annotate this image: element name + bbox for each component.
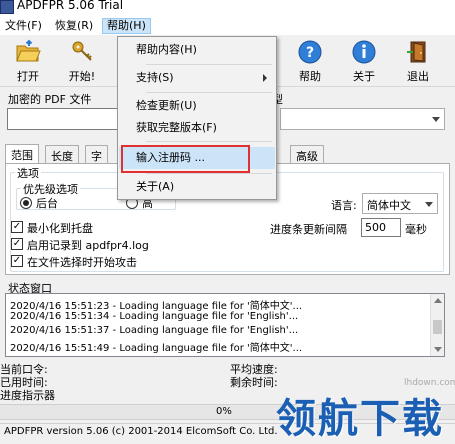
- priority-low-label: 后台: [36, 197, 58, 210]
- status-log-scrollbar[interactable]: [430, 294, 444, 356]
- log-enabled-checkbox[interactable]: ✓: [11, 238, 23, 250]
- help-dropdown-menu: 帮助内容(H) 支持(S) 检查更新(U) 获取完整版本(F) 输入注册码 ..…: [117, 36, 277, 200]
- log-enabled-label: 启用记录到 apdfpr4.log: [27, 239, 149, 252]
- menu-bar: 文件(F) 恢复(R) 帮助(H): [0, 17, 455, 35]
- tab-range[interactable]: 范围: [5, 144, 39, 164]
- menu-item-support-label: 支持(S): [136, 71, 174, 84]
- chevron-down-icon: [432, 117, 440, 122]
- menu-help[interactable]: 帮助(H): [102, 18, 151, 34]
- log-line: 2020/4/16 15:51:37 - Loading language fi…: [10, 325, 299, 336]
- start-key-icon: [72, 41, 92, 61]
- menu-separator: [146, 64, 272, 65]
- encrypted-file-label: 加密的 PDF 文件: [8, 93, 92, 106]
- status-bar-text: APDFPR version 5.06 (c) 2001-2014 ElcomS…: [4, 426, 278, 437]
- language-select[interactable]: 简体中文: [362, 193, 438, 214]
- menu-item-check-updates[interactable]: 检查更新(U): [119, 95, 275, 117]
- exit-door-icon: [407, 41, 426, 63]
- menu-item-support[interactable]: 支持(S): [119, 67, 275, 89]
- exit-label: 退出: [407, 70, 429, 83]
- about-button[interactable]: 关于: [340, 37, 388, 85]
- menu-item-about[interactable]: 关于(A): [119, 176, 275, 198]
- progress-interval-input[interactable]: 500: [361, 218, 401, 237]
- title-bar: APDFPR 5.06 Trial: [0, 0, 455, 17]
- minimize-tray-label: 最小化到托盘: [27, 222, 93, 235]
- scroll-down-icon[interactable]: [434, 347, 442, 352]
- chevron-right-icon: [263, 74, 267, 82]
- options-group-title: 选项: [15, 165, 41, 181]
- menu-item-help-contents[interactable]: 帮助内容(H): [119, 39, 275, 61]
- app-icon: [0, 0, 14, 14]
- attack-type-select[interactable]: [280, 108, 445, 130]
- about-label: 关于: [353, 70, 375, 83]
- open-label: 打开: [17, 70, 39, 83]
- folder-open-icon: [16, 39, 41, 62]
- status-log: 2020/4/16 15:51:23 - Loading language fi…: [5, 293, 445, 357]
- start-on-select-checkbox[interactable]: ✓: [11, 255, 23, 267]
- log-line: 2020/4/16 15:51:23 - Loading language fi…: [10, 301, 303, 312]
- svg-text:?: ?: [306, 45, 314, 61]
- minimize-tray-checkbox[interactable]: ✓: [11, 221, 23, 233]
- log-line: 2020/4/16 15:51:49 - Loading language fi…: [10, 343, 303, 354]
- progress-indicator-label: 进度指示器: [0, 389, 55, 402]
- scroll-up-icon[interactable]: [434, 298, 442, 303]
- chevron-down-icon: [425, 201, 433, 207]
- menu-item-get-full-version[interactable]: 获取完整版本(F): [119, 117, 275, 139]
- encrypted-file-input[interactable]: [7, 108, 119, 130]
- start-on-select-label: 在文件选择时开始攻击: [27, 256, 137, 269]
- help-label: 帮助: [299, 70, 321, 83]
- menu-separator: [146, 173, 272, 174]
- log-line: 2020/4/16 15:51:34 - Loading language fi…: [10, 311, 299, 322]
- menu-separator: [146, 92, 272, 93]
- open-button[interactable]: 打开: [4, 37, 52, 85]
- watermark-logo: 领航下载: [276, 396, 444, 442]
- ms-label: 毫秒: [405, 223, 427, 236]
- language-label: 语言:: [331, 199, 357, 212]
- language-value: 简体中文: [367, 199, 411, 212]
- scroll-thumb[interactable]: [433, 320, 442, 334]
- menu-separator: [146, 141, 272, 142]
- remaining-time-label: 剩余时间:: [230, 376, 278, 389]
- progress-interval-value: 500: [365, 221, 386, 234]
- progress-text: 0%: [216, 406, 232, 417]
- progress-interval-label: 进度条更新间隔: [270, 223, 347, 236]
- exit-button[interactable]: 退出: [394, 37, 442, 85]
- help-button[interactable]: ? 帮助: [286, 37, 334, 85]
- info-icon: [352, 40, 376, 64]
- menu-file[interactable]: 文件(F): [1, 18, 46, 34]
- menu-recover[interactable]: 恢复(R): [51, 18, 97, 34]
- tab-length[interactable]: 长度: [45, 145, 79, 163]
- window-title: APDFPR 5.06 Trial: [17, 0, 124, 12]
- annotation-highlight-box: [121, 145, 250, 173]
- help-icon: ?: [298, 40, 322, 64]
- start-button[interactable]: 开始!: [58, 37, 106, 85]
- tab-dictionary[interactable]: 字: [85, 145, 108, 163]
- priority-low-radio[interactable]: [20, 197, 32, 209]
- tab-advanced[interactable]: 高级: [290, 145, 324, 163]
- start-label: 开始!: [68, 70, 96, 83]
